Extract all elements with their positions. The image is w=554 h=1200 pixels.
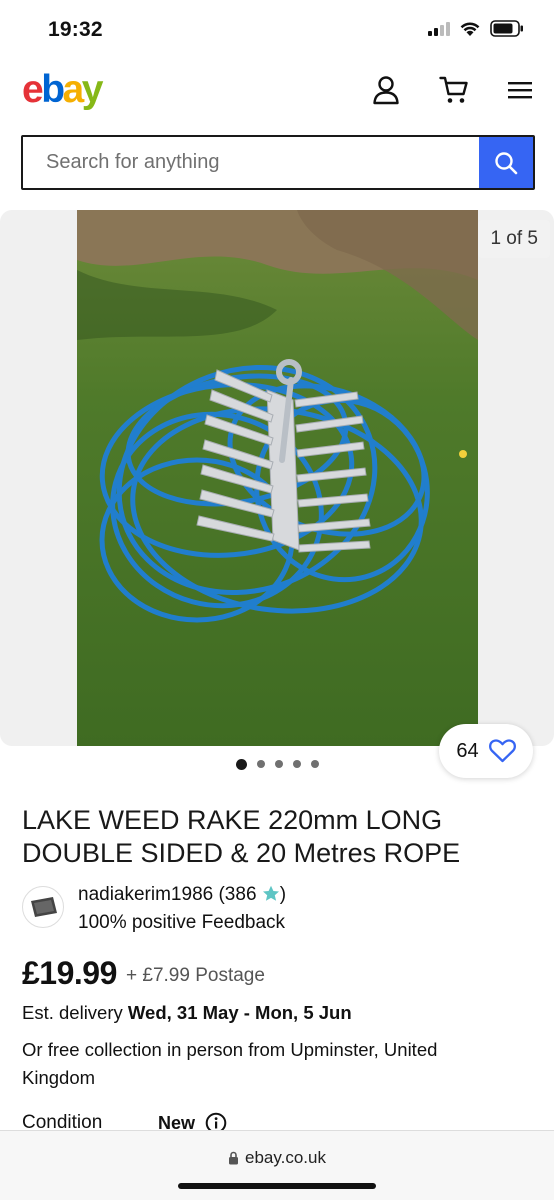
image-gallery[interactable]: 1 of 5 — [0, 210, 554, 746]
seller-avatar[interactable] — [22, 886, 64, 928]
seller-score: (386 — [218, 884, 257, 905]
seller-feedback: 100% positive Feedback — [78, 912, 286, 933]
status-icons — [428, 20, 524, 37]
account-icon[interactable] — [368, 72, 404, 108]
search-bar — [21, 135, 535, 190]
postage-cost: + £7.99 Postage — [126, 965, 265, 986]
search-icon — [495, 151, 518, 174]
seller-name-line[interactable]: nadiakerim1986 (386 ) — [78, 884, 286, 906]
listing-title: LAKE WEED RAKE 220mm LONG DOUBLE SIDED &… — [22, 805, 461, 868]
signal-icon — [428, 21, 450, 36]
seller-info[interactable]: nadiakerim1986 (386 ) 100% positive Feed… — [22, 882, 532, 942]
pagination-dot[interactable] — [292, 760, 301, 768]
search-input[interactable] — [23, 137, 479, 188]
watch-button[interactable]: 64 — [439, 724, 533, 778]
seller-name[interactable]: nadiakerim1986 — [78, 884, 213, 905]
wifi-icon — [460, 21, 480, 36]
pagination-dot[interactable] — [235, 758, 247, 770]
browser-address-bar[interactable]: ebay.co.uk — [0, 1130, 554, 1200]
seller-score-close: ) — [279, 884, 287, 905]
url-display[interactable]: ebay.co.uk — [0, 1148, 554, 1168]
image-counter: 1 of 5 — [478, 220, 550, 258]
home-indicator[interactable] — [178, 1183, 376, 1189]
status-time: 19:32 — [48, 18, 103, 41]
product-photo[interactable] — [77, 210, 478, 746]
price: £19.99 — [22, 955, 117, 991]
delivery-estimate: Est. delivery Wed, 31 May - Mon, 5 Jun — [22, 1002, 352, 1024]
gallery-pagination[interactable] — [0, 758, 554, 770]
delivery-dates: Wed, 31 May - Mon, 5 Jun — [127, 1002, 352, 1023]
ebay-logo[interactable]: ebay — [22, 68, 103, 112]
header: ebay — [0, 60, 554, 124]
pagination-dot[interactable] — [274, 760, 283, 768]
pagination-dot[interactable] — [256, 760, 265, 768]
menu-icon[interactable] — [502, 72, 538, 108]
star-icon — [262, 885, 279, 901]
status-bar: 19:32 — [0, 0, 554, 60]
battery-icon — [490, 20, 523, 37]
delivery-label: Est. delivery — [22, 1002, 123, 1023]
collection-info: Or free collection in person from Upmins… — [22, 1039, 438, 1088]
search-button[interactable] — [479, 137, 533, 188]
pagination-dot[interactable] — [310, 760, 319, 768]
cart-icon[interactable] — [436, 72, 472, 108]
lock-icon — [229, 1151, 239, 1165]
url-text: ebay.co.uk — [245, 1148, 326, 1167]
